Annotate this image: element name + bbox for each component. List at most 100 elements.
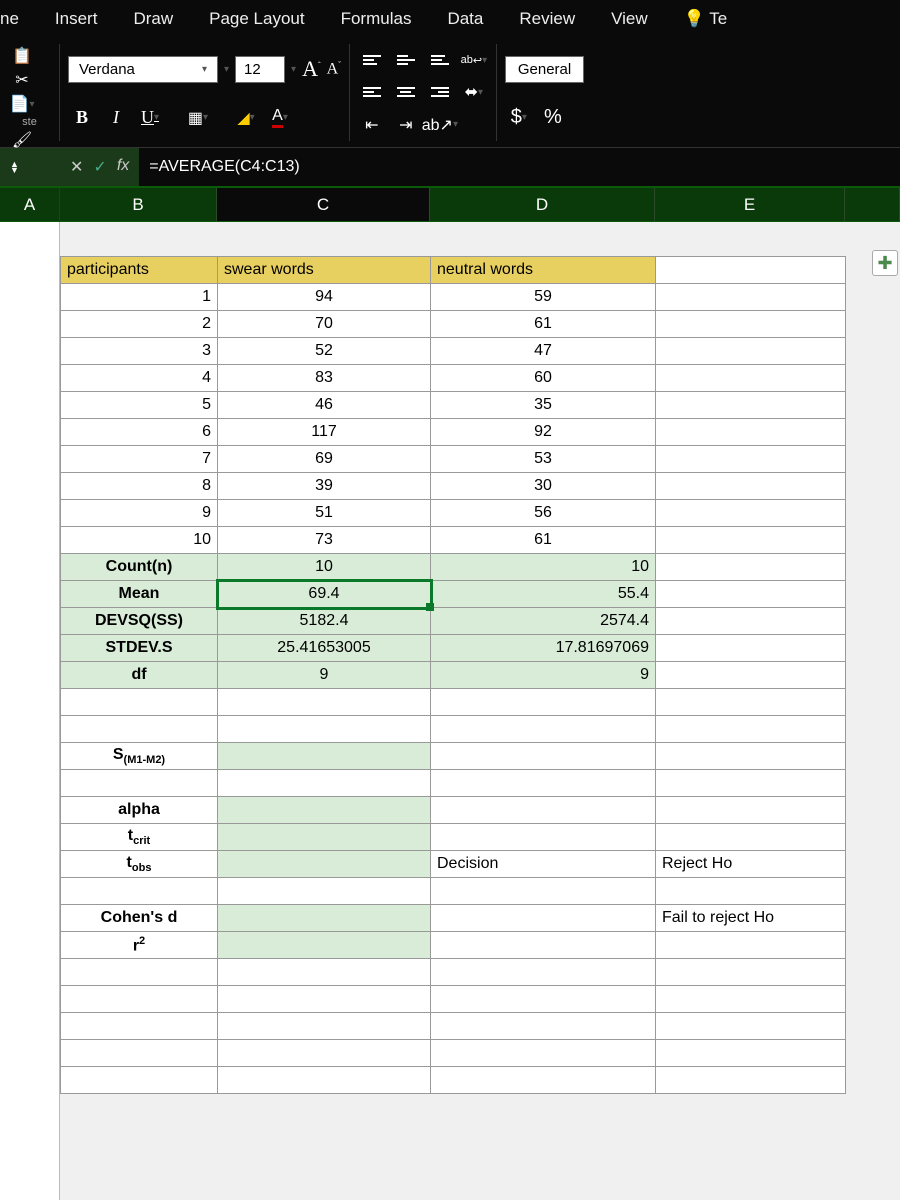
cell[interactable] (656, 554, 846, 581)
cell[interactable] (218, 932, 431, 959)
cell-neutral-header[interactable]: neutral words (431, 257, 656, 284)
wrap-text-icon[interactable]: ab↩▾ (460, 48, 488, 72)
cell-count-s[interactable]: 10 (218, 554, 431, 581)
font-size-select[interactable]: 12 (235, 56, 285, 83)
cell[interactable] (431, 932, 656, 959)
cell[interactable] (656, 284, 846, 311)
cell[interactable] (656, 635, 846, 662)
cell[interactable]: 59 (431, 284, 656, 311)
spreadsheet-grid[interactable]: ✚ participants swear words neutral words… (0, 222, 900, 1200)
cell[interactable]: 30 (431, 473, 656, 500)
font-dropdown-icon[interactable]: ▾ (224, 64, 229, 75)
cell[interactable] (656, 581, 846, 608)
col-header-d[interactable]: D (430, 188, 655, 221)
cell[interactable]: 46 (218, 392, 431, 419)
cell[interactable]: 92 (431, 419, 656, 446)
cell[interactable]: 10 (61, 527, 218, 554)
add-column-button[interactable]: ✚ (872, 250, 898, 276)
tab-draw[interactable]: Draw (115, 1, 191, 37)
cell[interactable] (656, 365, 846, 392)
cell-stdev-label[interactable]: STDEV.S (61, 635, 218, 662)
cell[interactable]: 69 (218, 446, 431, 473)
formula-input[interactable]: =AVERAGE(C4:C13) (139, 148, 900, 186)
cell-sm1m2-label[interactable]: S(M1-M2) (61, 743, 218, 770)
merge-icon[interactable]: ⬌▾ (460, 80, 488, 104)
tab-home[interactable]: ne (0, 1, 37, 37)
fill-color-icon[interactable]: ◢▾ (232, 106, 260, 130)
col-header-c[interactable]: C (217, 188, 430, 221)
cell[interactable] (656, 446, 846, 473)
cell-fail-reject[interactable]: Fail to reject Ho (656, 905, 846, 932)
cell[interactable]: 56 (431, 500, 656, 527)
align-top-icon[interactable] (358, 48, 386, 72)
cell[interactable]: 9 (61, 500, 218, 527)
cell[interactable]: 2 (61, 311, 218, 338)
copy-icon[interactable]: 📄▾ (8, 92, 36, 116)
cell[interactable]: 6 (61, 419, 218, 446)
cell[interactable] (431, 797, 656, 824)
cell-devsq-label[interactable]: DEVSQ(SS) (61, 608, 218, 635)
cell-count-label[interactable]: Count(n) (61, 554, 218, 581)
cut-icon[interactable]: ✂ (8, 68, 36, 92)
italic-button[interactable]: I (102, 106, 130, 130)
cell[interactable]: 83 (218, 365, 431, 392)
cell-df-n[interactable]: 9 (431, 662, 656, 689)
cell-mean-label[interactable]: Mean (61, 581, 218, 608)
cell[interactable]: 39 (218, 473, 431, 500)
tab-review[interactable]: Review (501, 1, 593, 37)
cell[interactable]: 3 (61, 338, 218, 365)
cell[interactable]: 94 (218, 284, 431, 311)
cell[interactable]: 47 (431, 338, 656, 365)
align-center-icon[interactable] (392, 80, 420, 104)
cell-r2-label[interactable]: r2 (61, 932, 218, 959)
cell-devsq-s[interactable]: 5182.4 (218, 608, 431, 635)
cell[interactable] (656, 824, 846, 851)
number-format-select[interactable]: General (505, 56, 584, 83)
underline-button[interactable]: U▾ (136, 106, 164, 130)
tab-page-layout[interactable]: Page Layout (191, 1, 322, 37)
cell-cohen-label[interactable]: Cohen's d (61, 905, 218, 932)
cell[interactable] (218, 743, 431, 770)
cell[interactable] (656, 500, 846, 527)
cell-participants-header[interactable]: participants (61, 257, 218, 284)
cell-df-label[interactable]: df (61, 662, 218, 689)
cell[interactable] (218, 905, 431, 932)
currency-icon[interactable]: $▾ (505, 106, 533, 130)
cell[interactable] (431, 743, 656, 770)
cell[interactable] (656, 608, 846, 635)
cell-empty[interactable] (656, 257, 846, 284)
cell-decision-label[interactable]: Decision (431, 851, 656, 878)
cell[interactable] (656, 338, 846, 365)
cell-df-s[interactable]: 9 (218, 662, 431, 689)
cell[interactable]: 35 (431, 392, 656, 419)
name-box[interactable]: ▲▼ (0, 161, 60, 173)
cell[interactable] (656, 743, 846, 770)
align-bottom-icon[interactable] (426, 48, 454, 72)
tab-formulas[interactable]: Formulas (323, 1, 430, 37)
cancel-formula-icon[interactable]: ✕ (70, 157, 83, 177)
cell[interactable] (218, 824, 431, 851)
increase-font-icon[interactable]: Aˆ (302, 56, 321, 82)
col-header-b[interactable]: B (60, 188, 217, 221)
cell[interactable] (656, 311, 846, 338)
cell[interactable]: 61 (431, 527, 656, 554)
cell[interactable] (218, 797, 431, 824)
font-color-icon[interactable]: A▾ (266, 106, 294, 130)
cell[interactable] (656, 419, 846, 446)
cell[interactable]: 7 (61, 446, 218, 473)
font-name-select[interactable]: Verdana▾ (68, 56, 218, 83)
cell[interactable]: 8 (61, 473, 218, 500)
cell-tcrit-label[interactable]: tcrit (61, 824, 218, 851)
cell[interactable]: 4 (61, 365, 218, 392)
paste-icon[interactable]: 📋 (8, 44, 36, 68)
cell[interactable]: 52 (218, 338, 431, 365)
cell-alpha-label[interactable]: alpha (61, 797, 218, 824)
enter-formula-icon[interactable]: ✓ (93, 157, 106, 177)
col-header-f[interactable] (845, 188, 900, 221)
tab-data[interactable]: Data (429, 1, 501, 37)
fx-icon[interactable]: fx (117, 157, 129, 177)
cell[interactable] (656, 527, 846, 554)
decrease-font-icon[interactable]: Aˇ (327, 60, 341, 78)
tab-insert[interactable]: Insert (37, 1, 116, 37)
cell-mean-s-selected[interactable]: 69.4 (218, 581, 431, 608)
